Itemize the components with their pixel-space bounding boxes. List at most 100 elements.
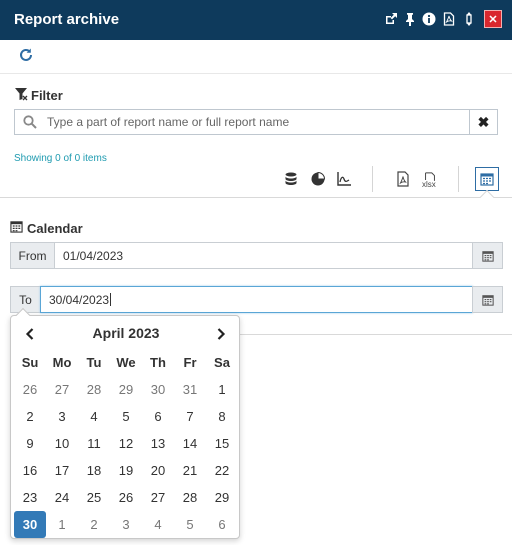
day-cell[interactable]: 26 <box>110 484 142 511</box>
day-cell[interactable]: 21 <box>174 457 206 484</box>
xlsx-label: xlsx <box>422 180 436 189</box>
filter-icon <box>14 87 28 104</box>
pdf-file-icon[interactable] <box>395 171 411 187</box>
day-cell[interactable]: 8 <box>206 403 238 430</box>
day-cell[interactable]: 16 <box>14 457 46 484</box>
day-cell[interactable]: 20 <box>142 457 174 484</box>
day-cell[interactable]: 14 <box>174 430 206 457</box>
day-cell[interactable]: 11 <box>78 430 110 457</box>
calendar-icon <box>481 250 494 262</box>
weekday-header: Fr <box>183 355 197 370</box>
week-row: 16 17 18 19 20 21 22 <box>14 457 238 484</box>
calendar-label-text: Calendar <box>27 220 83 236</box>
day-cell[interactable]: 1 <box>46 511 78 538</box>
search-icon <box>23 115 37 129</box>
weekday-header: Sa <box>214 355 230 370</box>
refresh-icon[interactable] <box>18 47 34 63</box>
day-cell[interactable]: 2 <box>78 511 110 538</box>
day-cell[interactable]: 25 <box>78 484 110 511</box>
calendar-icon <box>481 294 494 306</box>
clear-filter-button[interactable]: ✖ <box>469 109 498 135</box>
calendar-section-label: Calendar <box>10 220 83 236</box>
chevron-left-icon <box>25 328 34 340</box>
line-chart-icon[interactable] <box>336 171 352 187</box>
datepicker-grid: Su Mo Tu We Th Fr Sa 26 27 28 29 30 31 1 2 3 4 5 6 7 8 9 10 11 1… <box>14 349 238 538</box>
database-icon[interactable] <box>283 171 299 187</box>
from-calendar-button[interactable] <box>472 242 503 269</box>
active-tab-notch <box>479 189 495 205</box>
chevron-right-icon <box>217 328 226 340</box>
day-cell[interactable]: 28 <box>174 484 206 511</box>
divider <box>0 197 512 198</box>
day-cell[interactable]: 29 <box>110 376 142 403</box>
day-cell[interactable]: 26 <box>14 376 46 403</box>
window-title: Report archive <box>14 11 120 28</box>
divider <box>238 334 512 335</box>
to-label: To <box>10 286 41 313</box>
day-cell[interactable]: 1 <box>206 376 238 403</box>
day-cell[interactable]: 23 <box>14 484 46 511</box>
close-button[interactable]: ✕ <box>484 10 502 28</box>
selected-day[interactable]: 30 <box>14 511 46 538</box>
pin-icon[interactable] <box>403 11 417 26</box>
prev-month-button[interactable] <box>21 325 39 343</box>
week-row: 23 24 25 26 27 28 29 <box>14 484 238 511</box>
day-cell[interactable]: 5 <box>110 403 142 430</box>
calendar-view-button[interactable] <box>475 167 499 191</box>
toolbar-divider <box>458 166 459 192</box>
info-icon[interactable] <box>422 11 436 26</box>
to-calendar-button[interactable] <box>472 286 503 313</box>
day-cell[interactable]: 29 <box>206 484 238 511</box>
day-cell[interactable]: 17 <box>46 457 78 484</box>
pie-chart-icon[interactable] <box>310 171 326 187</box>
text-cursor <box>110 293 112 306</box>
divider <box>0 73 512 74</box>
from-date-input[interactable]: 01/04/2023 <box>54 242 473 269</box>
toolbar-divider <box>372 166 373 192</box>
day-cell[interactable]: 9 <box>14 430 46 457</box>
to-date-input[interactable]: 30/04/2023 <box>40 286 473 313</box>
day-cell[interactable]: 2 <box>14 403 46 430</box>
day-cell[interactable]: 4 <box>142 511 174 538</box>
day-cell[interactable]: 18 <box>78 457 110 484</box>
datepicker-month-title[interactable]: April 2023 <box>61 325 191 341</box>
day-cell[interactable]: 7 <box>174 403 206 430</box>
weekday-header: Mo <box>52 355 72 370</box>
day-cell[interactable]: 27 <box>46 376 78 403</box>
day-cell[interactable]: 6 <box>206 511 238 538</box>
pdf-icon[interactable] <box>442 11 456 26</box>
day-cell[interactable]: 22 <box>206 457 238 484</box>
from-label: From <box>10 242 55 269</box>
day-cell[interactable]: 27 <box>142 484 174 511</box>
weekday-header: Th <box>150 355 166 370</box>
day-cell[interactable]: 3 <box>110 511 142 538</box>
day-cell[interactable]: 31 <box>174 376 206 403</box>
search-input[interactable] <box>45 113 460 131</box>
day-cell[interactable]: 19 <box>110 457 142 484</box>
day-cell[interactable]: 4 <box>78 403 110 430</box>
calendar-icon <box>10 220 23 236</box>
day-cell[interactable]: 6 <box>142 403 174 430</box>
external-link-icon[interactable] <box>384 11 398 26</box>
day-cell[interactable]: 5 <box>174 511 206 538</box>
resize-icon[interactable] <box>462 11 476 26</box>
calendar-icon <box>480 173 494 186</box>
week-row: 9 10 11 12 13 14 15 <box>14 430 238 457</box>
week-row: 30 1 2 3 4 5 6 <box>14 511 238 538</box>
day-cell[interactable]: 12 <box>110 430 142 457</box>
next-month-button[interactable] <box>212 325 230 343</box>
day-cell[interactable]: 10 <box>46 430 78 457</box>
search-box <box>14 109 470 135</box>
window-header: Report archive ✕ <box>0 0 512 40</box>
weekday-header: Tu <box>86 355 102 370</box>
week-row: 26 27 28 29 30 31 1 <box>14 376 238 403</box>
day-cell[interactable]: 13 <box>142 430 174 457</box>
day-cell[interactable]: 24 <box>46 484 78 511</box>
day-cell[interactable]: 30 <box>142 376 174 403</box>
datepicker-popup: April 2023 Su Mo Tu We Th Fr Sa 26 27 28 29 30 31 1 2 3… <box>10 315 240 539</box>
day-cell[interactable]: 3 <box>46 403 78 430</box>
day-cell[interactable]: 28 <box>78 376 110 403</box>
day-cell[interactable]: 15 <box>206 430 238 457</box>
xlsx-file-icon[interactable]: xlsx <box>421 171 439 189</box>
filter-label-text: Filter <box>31 88 63 103</box>
